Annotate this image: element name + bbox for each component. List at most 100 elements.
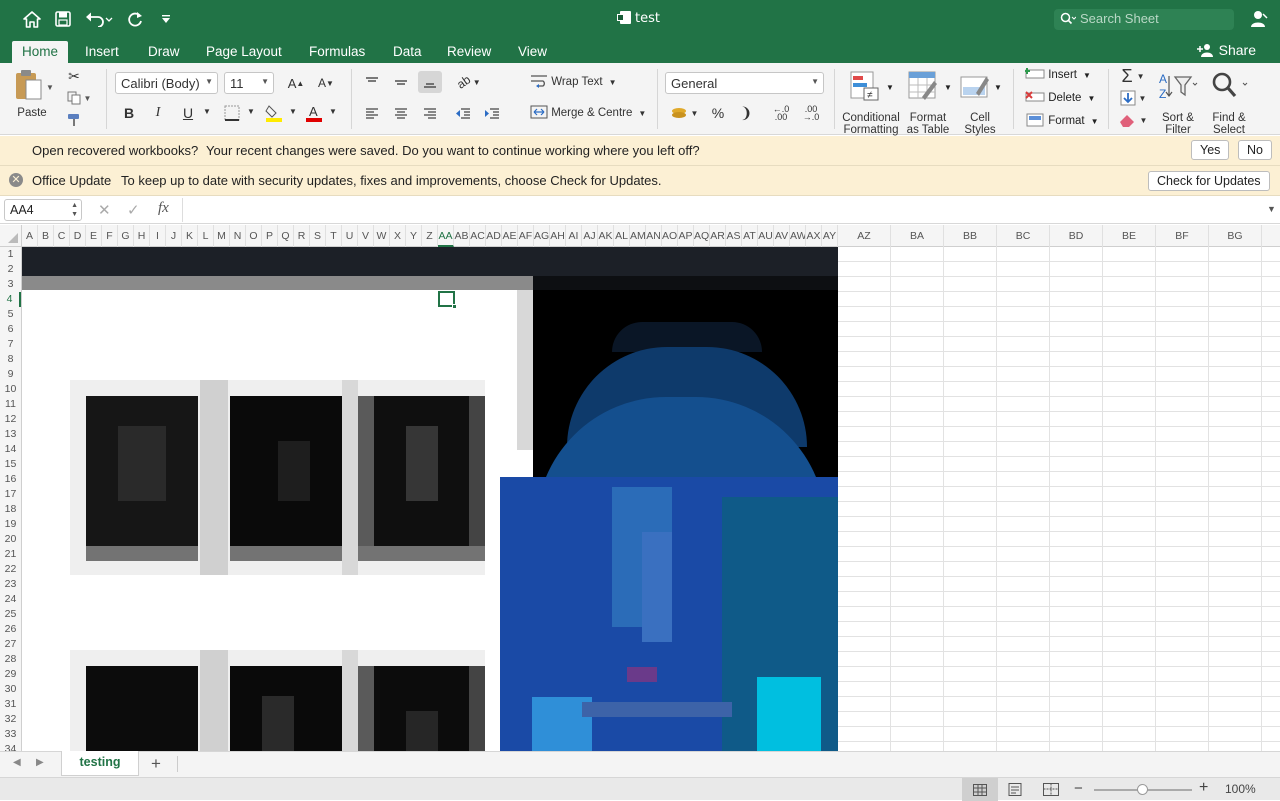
column-header[interactable]: R — [294, 225, 310, 247]
column-header[interactable]: BB — [944, 225, 997, 247]
row-header[interactable]: 33 — [0, 727, 21, 742]
row-header[interactable]: 31 — [0, 697, 21, 712]
row-header[interactable]: 26 — [0, 622, 21, 637]
italic-button[interactable]: I — [146, 102, 170, 124]
column-header[interactable]: K — [182, 225, 198, 247]
column-header[interactable]: Q — [278, 225, 294, 247]
paste-button[interactable]: ▼ Paste — [10, 69, 55, 123]
underline-button[interactable]: U — [176, 102, 200, 124]
recover-yes-button[interactable]: Yes — [1191, 140, 1230, 160]
format-cells-button[interactable]: Format ▼ — [1025, 113, 1099, 131]
column-header[interactable]: BF — [1156, 225, 1209, 247]
row-header[interactable]: 3 — [0, 277, 21, 292]
row-header[interactable]: 2 — [0, 262, 21, 277]
find-select-button[interactable]: Find & Select — [1206, 69, 1254, 136]
column-header[interactable]: AW — [790, 225, 806, 247]
column-header[interactable]: P — [262, 225, 278, 247]
comma-style-icon[interactable]: ❩ — [734, 102, 758, 124]
column-header[interactable]: AF — [518, 225, 534, 247]
sort-filter-button[interactable]: AZ Sort & Filter — [1154, 69, 1202, 136]
tab-review[interactable]: Review — [437, 41, 501, 63]
column-header[interactable]: V — [358, 225, 374, 247]
formula-input[interactable] — [182, 198, 1262, 222]
decrease-indent-icon[interactable] — [451, 102, 475, 124]
column-header[interactable]: AB — [454, 225, 470, 247]
column-header[interactable]: AH — [550, 225, 566, 247]
align-center-icon[interactable] — [389, 102, 413, 124]
wrap-text-button[interactable]: Wrap Text ▼ — [530, 74, 616, 92]
page-break-view-icon[interactable] — [1043, 783, 1059, 799]
close-notification-icon[interactable]: ✕ — [9, 173, 23, 187]
column-header[interactable]: AM — [630, 225, 646, 247]
number-format-select[interactable]: General ▼ — [665, 72, 824, 94]
add-sheet-icon[interactable]: + — [151, 754, 161, 774]
column-header[interactable]: I — [150, 225, 166, 247]
column-header[interactable]: AG — [534, 225, 550, 247]
decrease-font-size-button[interactable]: A ▼ — [312, 72, 340, 94]
insert-function-icon[interactable]: fx — [158, 200, 169, 217]
row-header[interactable]: 29 — [0, 667, 21, 682]
row-header[interactable]: 14 — [0, 442, 21, 457]
row-header[interactable]: 11 — [0, 397, 21, 412]
row-header[interactable]: 19 — [0, 517, 21, 532]
column-header[interactable]: AE — [502, 225, 518, 247]
zoom-slider[interactable] — [1094, 784, 1192, 795]
row-header[interactable]: 22 — [0, 562, 21, 577]
cut-icon[interactable]: ✂ — [62, 65, 86, 87]
row-header[interactable]: 15 — [0, 457, 21, 472]
zoom-slider-thumb[interactable] — [1137, 784, 1148, 795]
tab-insert[interactable]: Insert — [75, 41, 129, 63]
currency-icon[interactable]: ▼ — [665, 102, 703, 124]
column-header[interactable]: AQ — [694, 225, 710, 247]
normal-view-button[interactable] — [962, 778, 998, 801]
row-header[interactable]: 9 — [0, 367, 21, 382]
column-header[interactable]: C — [54, 225, 70, 247]
column-header[interactable]: AU — [758, 225, 774, 247]
delete-cells-button[interactable]: Delete ▼ — [1025, 90, 1095, 108]
column-header[interactable]: AP — [678, 225, 694, 247]
merge-centre-button[interactable]: Merge & Centre ▼ — [530, 105, 646, 123]
recover-no-button[interactable]: No — [1238, 140, 1272, 160]
decrease-decimal-icon[interactable]: .00 →.0 — [797, 102, 825, 124]
column-header[interactable]: A — [22, 225, 38, 247]
column-header[interactable]: BA — [891, 225, 944, 247]
row-header[interactable]: 27 — [0, 637, 21, 652]
check-for-updates-button[interactable]: Check for Updates — [1148, 171, 1270, 191]
column-header[interactable]: AV — [774, 225, 790, 247]
column-header[interactable]: AO — [662, 225, 678, 247]
column-header[interactable]: Z — [422, 225, 438, 247]
column-header[interactable]: Y — [406, 225, 422, 247]
row-header[interactable]: 13 — [0, 427, 21, 442]
row-header[interactable]: 4 — [0, 292, 21, 307]
font-name-select[interactable]: Calibri (Body) ▼ — [115, 72, 218, 94]
expand-formula-bar-icon[interactable]: ▼ — [1267, 204, 1276, 214]
column-header[interactable]: BC — [997, 225, 1050, 247]
row-header[interactable]: 16 — [0, 472, 21, 487]
align-right-icon[interactable] — [418, 102, 442, 124]
fill-color-dropdown-icon[interactable]: ▼ — [289, 107, 297, 116]
cancel-formula-icon[interactable]: ✕ — [98, 201, 111, 219]
name-box[interactable]: AA4 ▲ ▼ — [4, 199, 82, 221]
page-layout-view-icon[interactable] — [1008, 783, 1022, 799]
column-header[interactable]: H — [134, 225, 150, 247]
align-middle-icon[interactable] — [389, 71, 413, 93]
select-all-corner[interactable] — [0, 225, 22, 247]
tab-view[interactable]: View — [508, 41, 557, 63]
column-header[interactable]: U — [342, 225, 358, 247]
tab-page-layout[interactable]: Page Layout — [196, 41, 292, 63]
row-header[interactable]: 5 — [0, 307, 21, 322]
column-header[interactable]: AZ — [838, 225, 891, 247]
format-as-table-button[interactable]: ▼ Format as Table — [904, 69, 954, 136]
fill-handle[interactable] — [452, 304, 457, 309]
bold-button[interactable]: B — [117, 102, 141, 124]
row-header[interactable]: 23 — [0, 577, 21, 592]
tab-draw[interactable]: Draw — [138, 41, 190, 63]
row-header[interactable]: 18 — [0, 502, 21, 517]
sheet-tab-testing[interactable]: testing — [61, 751, 139, 776]
format-painter-icon[interactable] — [62, 109, 86, 131]
column-header[interactable]: M — [214, 225, 230, 247]
row-header[interactable]: 8 — [0, 352, 21, 367]
row-header[interactable]: 12 — [0, 412, 21, 427]
scroll-sheets-left-icon[interactable]: ◀ — [13, 757, 21, 768]
column-header[interactable]: AY — [822, 225, 838, 247]
